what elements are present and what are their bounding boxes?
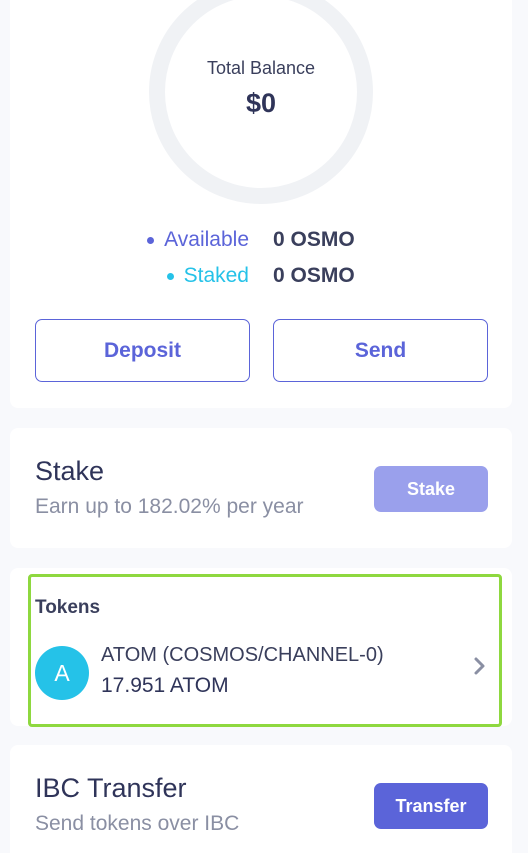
- token-amount: 17.951 ATOM: [101, 674, 229, 697]
- ibc-transfer-card: IBC Transfer Send tokens over IBC Transf…: [10, 745, 512, 853]
- available-dot-icon: [147, 236, 155, 244]
- token-avatar: A: [35, 646, 89, 700]
- send-button[interactable]: Send: [273, 319, 488, 382]
- stake-card: Stake Earn up to 182.02% per year Stake: [10, 428, 512, 548]
- staked-label: Staked: [183, 264, 249, 287]
- legend-staked: Staked: [166, 264, 249, 288]
- ibc-title: IBC Transfer: [35, 773, 187, 803]
- balance-card: Total Balance $0 Available 0 OSMO Staked…: [10, 0, 512, 408]
- available-value: 0 OSMO: [273, 228, 355, 251]
- legend-available: Available: [147, 228, 249, 252]
- stake-title: Stake: [35, 456, 105, 486]
- staked-value: 0 OSMO: [273, 264, 355, 287]
- available-label: Available: [164, 228, 249, 251]
- total-balance-label: Total Balance: [206, 58, 316, 78]
- tokens-heading: Tokens: [35, 597, 101, 618]
- staked-dot-icon: [166, 272, 174, 280]
- total-balance-value: $0: [245, 88, 277, 118]
- ibc-subtitle: Send tokens over IBC: [35, 812, 240, 835]
- token-name: ATOM (COSMOS/CHANNEL-0): [101, 644, 384, 666]
- deposit-button[interactable]: Deposit: [35, 319, 250, 382]
- transfer-button[interactable]: Transfer: [374, 783, 488, 829]
- chevron-right-icon[interactable]: [473, 656, 487, 676]
- stake-button[interactable]: Stake: [374, 466, 488, 512]
- tokens-card: Tokens A ATOM (COSMOS/CHANNEL-0) 17.951 …: [10, 568, 512, 726]
- stake-subtitle: Earn up to 182.02% per year: [35, 495, 304, 518]
- token-row-atom[interactable]: A ATOM (COSMOS/CHANNEL-0) 17.951 ATOM: [10, 630, 512, 726]
